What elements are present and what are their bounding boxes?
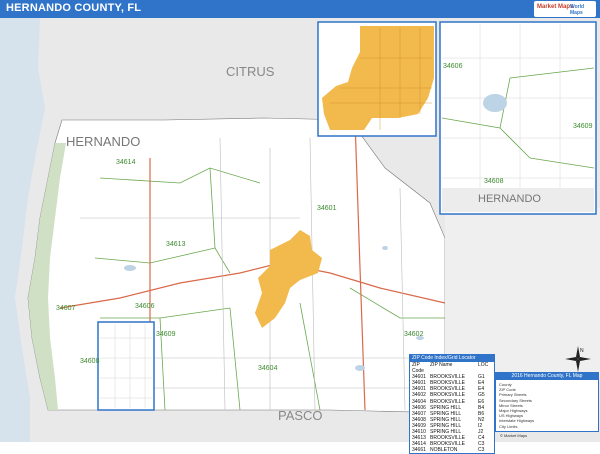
zip-label: 34608 [80,358,100,365]
zip-table-col-zip: ZIP Code [412,362,424,375]
title-bar: HERNANDO COUNTY, FL Market Maps World Ma… [0,0,600,18]
legend-title: 2016 Hernando County, FL Map [496,373,598,380]
zip-label: 34602 [404,331,424,338]
brand-logo: Market Maps World Maps [534,1,596,17]
map-title: HERNANDO COUNTY, FL [6,2,142,14]
zip-index-table: ZIP Code Index/Grid Locator ZIP Code ZIP… [409,354,495,454]
county-label-hernando: HERNANDO [66,134,140,149]
county-label-citrus: CITRUS [226,64,275,79]
zip-label: 34614 [116,159,136,166]
map-legend: 2016 Hernando County, FL Map County ZIP C… [495,372,599,432]
zip-label: 34604 [258,365,278,372]
inset-lake [483,94,507,112]
inset-zip-label: 34608 [484,178,504,185]
zip-label: 34613 [166,241,186,248]
inset-county-label: HERNANDO [478,193,541,205]
zip-table-cell: 34661 [412,447,426,454]
inset-zip-label: 34609 [573,123,593,130]
brand-line-1: Market Maps [537,4,574,10]
legend-item: City Limits [499,423,518,429]
zip-table-col-loc: LOC [478,362,489,368]
zip-label: 34606 [135,303,155,310]
county-label-pasco: PASCO [278,408,323,423]
copyright: © Market Maps [500,433,528,438]
zip-table-col-name: ZIP Name [430,362,453,368]
compass-rose-icon: N [565,346,591,372]
zip-table-cell: NOBLETON [430,447,458,454]
zip-label: 34607 [56,305,76,312]
zip-table-cell: C3 [478,447,485,454]
inset-zip-label: 34606 [443,63,463,70]
zip-table-header: ZIP Code ZIP Name LOC [410,362,494,374]
brand-line-2: World Maps [570,4,585,16]
spring-hill-inset [97,321,155,411]
zip-label: 34601 [317,205,337,212]
compass-label: N [580,348,584,354]
inset-springhill-frame [439,21,597,215]
zip-table-row: 34661 NOBLETON C3 [410,447,494,453]
zip-label: 34609 [156,331,176,338]
zip-table-title: ZIP Code Index/Grid Locator [410,355,494,362]
